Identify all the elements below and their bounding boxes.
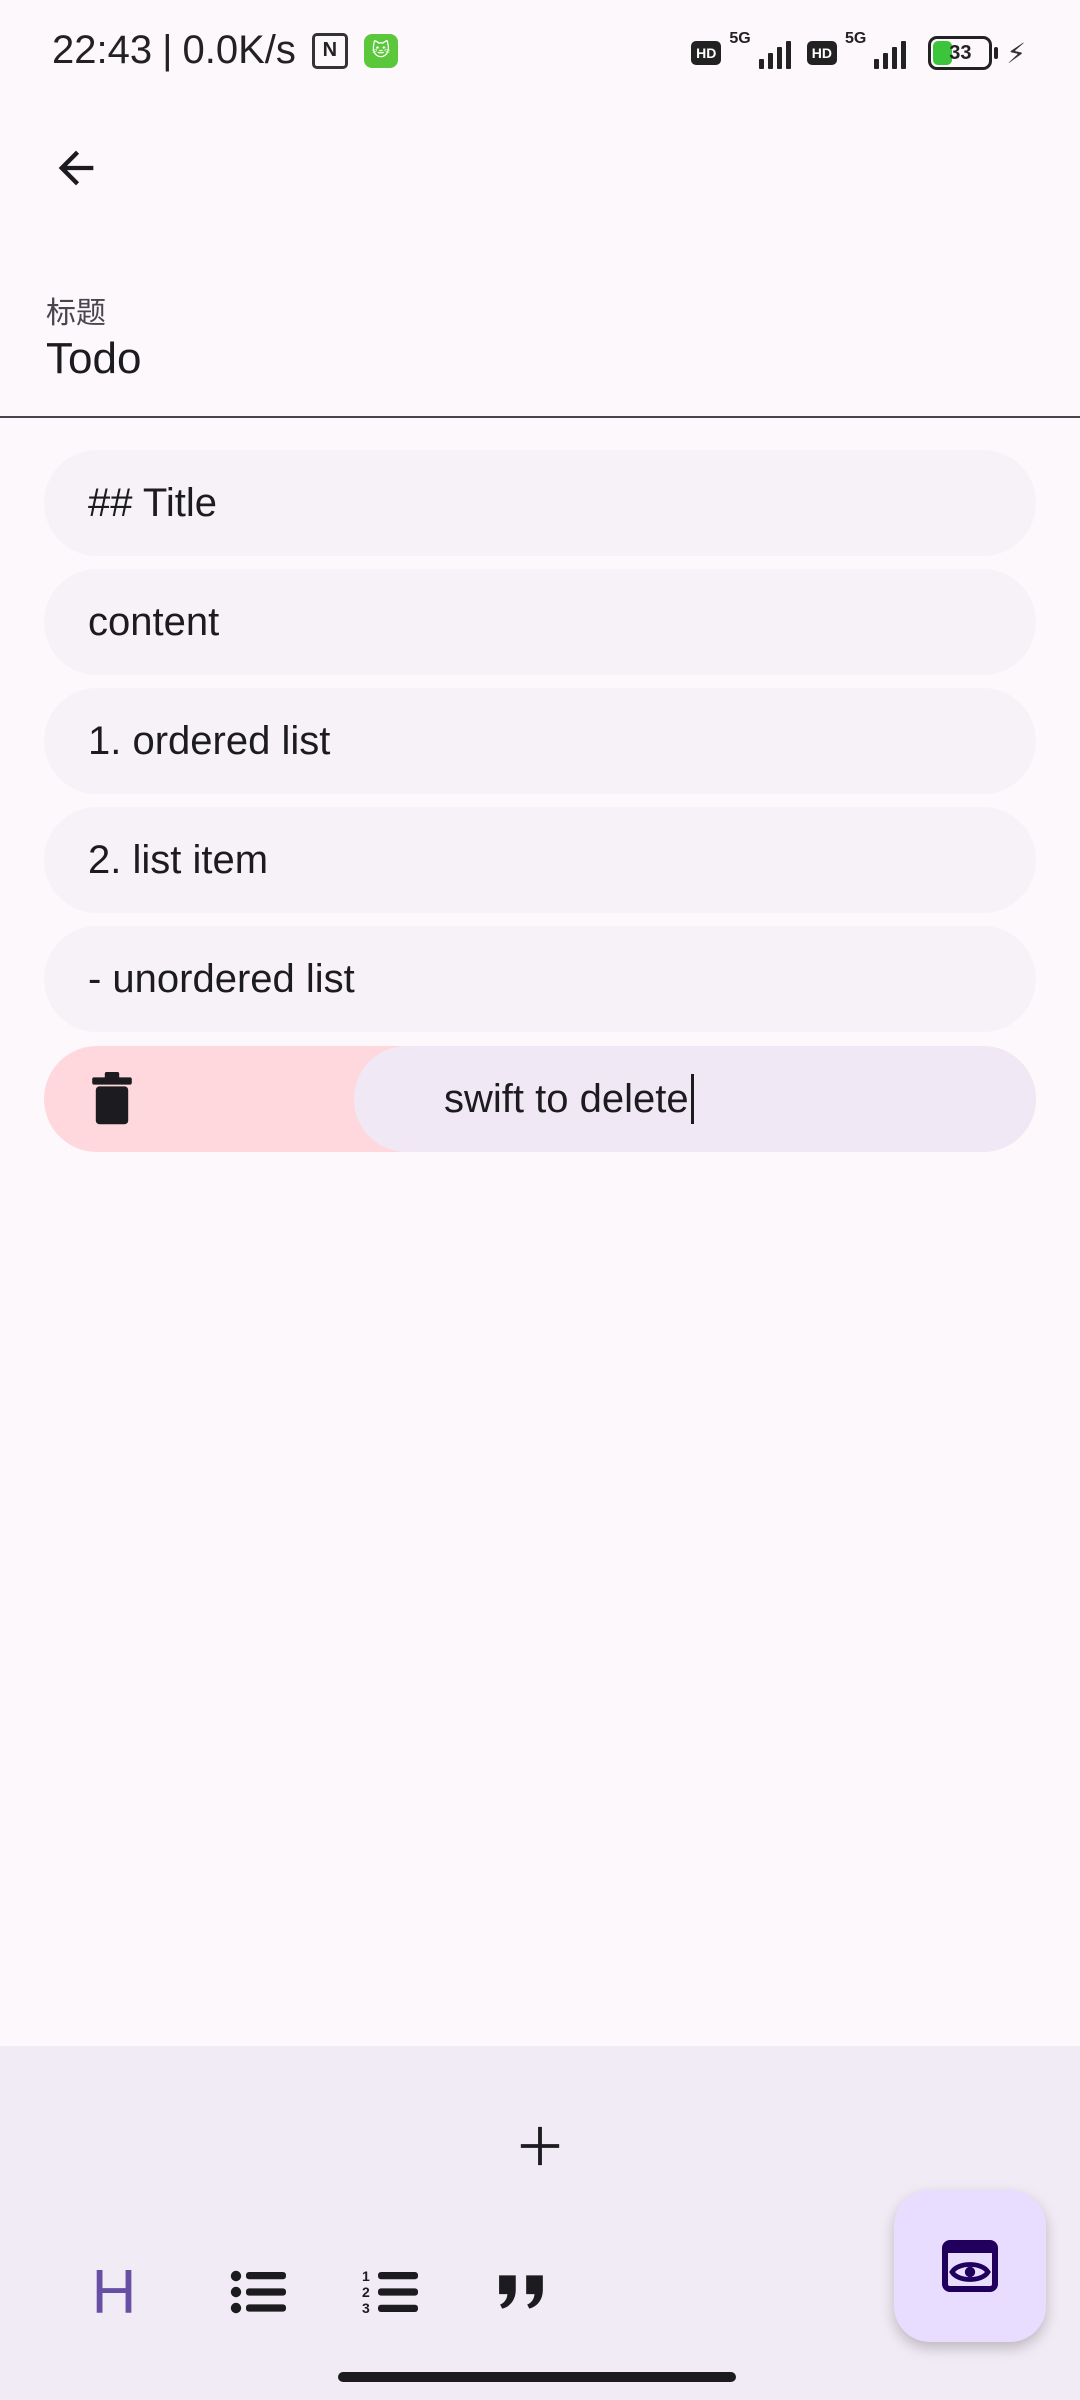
status-time: 22:43: [52, 28, 153, 72]
trash-icon[interactable]: [90, 1072, 134, 1126]
preview-button[interactable]: [894, 2190, 1046, 2342]
hd-badge-2: HD: [806, 41, 837, 65]
network-type-1: 5G: [729, 30, 751, 47]
battery-icon: 33: [928, 36, 993, 70]
back-button[interactable]: [38, 130, 114, 206]
block-content[interactable]: content: [44, 569, 1036, 675]
preview-eye-icon: [942, 2240, 998, 2292]
add-block-button[interactable]: [500, 2106, 580, 2186]
quote-button[interactable]: [482, 2252, 562, 2332]
svg-text:2: 2: [362, 2284, 370, 2300]
status-left: 22:43 | 0.0K/s N 🐱: [52, 28, 398, 73]
quote-icon: [499, 2275, 543, 2309]
block-text[interactable]: swift to delete: [444, 1077, 689, 1122]
status-right: HD 5G HD 5G 33 ⚡︎: [691, 30, 1026, 70]
bullet-list-icon: [230, 2270, 286, 2314]
nfc-icon: N: [311, 32, 348, 69]
network-speed: 0.0K/s: [182, 28, 296, 72]
charging-icon: ⚡︎: [1006, 37, 1026, 69]
title-field[interactable]: 标题 Todo: [0, 276, 1080, 418]
signal-strength-icon-1: [758, 37, 791, 69]
numbered-list-icon: 1 2 3: [362, 2268, 418, 2316]
hd-badge-1: HD: [691, 41, 722, 65]
block-text: 1. ordered list: [88, 718, 331, 763]
block-text: - unordered list: [88, 956, 355, 1001]
svg-text:3: 3: [362, 2300, 370, 2316]
arrow-left-icon: [58, 150, 94, 186]
title-field-value[interactable]: Todo: [46, 334, 141, 384]
block-ordered-list[interactable]: 1. ordered list: [44, 688, 1036, 794]
signal-strength-icon-2: [874, 37, 907, 69]
cat-app-icon: 🐱: [363, 33, 398, 68]
svg-text:1: 1: [362, 2268, 370, 2284]
swipe-delete-row[interactable]: swift to delete: [44, 1046, 1036, 1152]
block-list-item[interactable]: 2. list item: [44, 807, 1036, 913]
block-heading[interactable]: ## Title: [44, 450, 1036, 556]
network-type-2: 5G: [844, 30, 867, 47]
bullet-list-button[interactable]: [218, 2252, 298, 2332]
title-field-label: 标题: [46, 297, 106, 330]
block-text: 2. list item: [88, 837, 269, 882]
text-cursor: [690, 1074, 694, 1124]
heading-button[interactable]: H: [74, 2252, 154, 2332]
block-text: ## Title: [88, 480, 217, 525]
heading-icon: H: [91, 2257, 137, 2327]
battery-tip: [994, 47, 999, 59]
plus-icon: [520, 2126, 560, 2166]
block-text: content: [88, 599, 220, 644]
block-unordered-list[interactable]: - unordered list: [44, 926, 1036, 1032]
home-indicator[interactable]: [338, 2372, 736, 2382]
status-bar: 22:43 | 0.0K/s N 🐱 HD 5G HD 5G 33 ⚡︎: [0, 0, 1080, 110]
numbered-list-button[interactable]: 1 2 3: [350, 2252, 430, 2332]
battery-level: 33: [949, 41, 972, 64]
swipe-block-content[interactable]: swift to delete: [354, 1046, 1036, 1152]
status-separator: |: [162, 28, 173, 72]
